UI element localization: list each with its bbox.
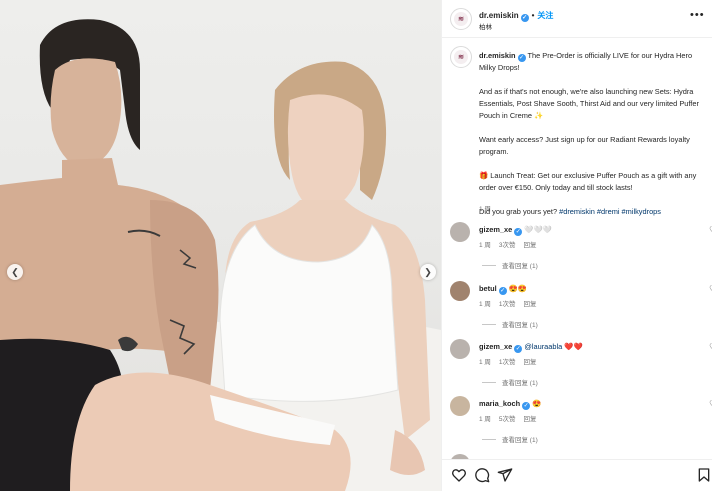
comment-line: maria_koch ✓ 😍	[479, 399, 541, 410]
brand-logo: ≋	[454, 50, 468, 64]
comment-username[interactable]: gizem_xe	[479, 342, 512, 351]
comment-username[interactable]: gizem_xe	[479, 225, 512, 234]
comment-time: 1 周	[479, 416, 491, 423]
caption-hashtags[interactable]: #dremiskin #dremi #milkydrops	[559, 207, 661, 216]
bookmark-icon[interactable]	[696, 467, 712, 483]
comment-text: 🤍🤍🤍	[524, 225, 552, 234]
chevron-right-icon: ❯	[424, 266, 432, 277]
view-replies-label: 查看回复 (1)	[502, 437, 538, 444]
caption-para-3: Want early access? Just sign up for our …	[479, 135, 690, 156]
comment-meta: 1 周 1次赞 回复	[479, 356, 545, 366]
caption-username[interactable]: dr.emiskin	[479, 51, 516, 60]
comment-item: maria_koch✓ 😍 1 周5次赞回复 ♡ 查看回复 (1)	[442, 396, 712, 454]
comment-reply-button[interactable]: 回复	[524, 242, 537, 249]
view-replies-label: 查看回复 (1)	[502, 380, 538, 387]
comment-time: 1 周	[479, 242, 491, 249]
comment-meta: 1 周 1次赞 回复	[479, 298, 545, 308]
comment-text: 😍	[532, 399, 542, 408]
comment-icon[interactable]	[474, 467, 490, 483]
caption-text: dr.emiskin ✓ The Pre-Order is officially …	[479, 50, 709, 230]
comment-meta: 1 周 3次赞 回复	[479, 239, 545, 249]
post-photo: ❮ ❯	[0, 0, 441, 491]
brand-logo: ≋	[454, 12, 468, 26]
post-location[interactable]: 柏林	[479, 21, 492, 31]
comment-text: 😍😍	[508, 284, 528, 293]
next-photo-button[interactable]: ❯	[420, 264, 436, 280]
comment-line: betul ✓ 😍😍	[479, 284, 527, 295]
view-replies-button[interactable]: 查看回复 (1)	[482, 319, 538, 329]
view-replies-label: 查看回复 (1)	[502, 322, 538, 329]
verified-icon: ✓	[514, 345, 523, 353]
view-replies-button[interactable]: 查看回复 (1)	[482, 434, 538, 444]
comment-username[interactable]: betul	[479, 284, 497, 293]
follow-button[interactable]: 关注	[537, 11, 553, 20]
replies-divider	[482, 382, 496, 383]
more-options-button[interactable]: •••	[690, 9, 705, 21]
commenter-avatar[interactable]	[450, 222, 470, 242]
comment-item: gizem_xe✓ @lauraabla ❤️❤️ 1 周1次赞回复 ♡ 查看回…	[442, 339, 712, 397]
post-action-bar	[442, 459, 712, 491]
post-detail-panel: ≋ dr.emiskin ✓ • 关注 柏林 ••• ≋ dr.emiskin ✓ Th…	[441, 0, 712, 491]
comment-likes[interactable]: 1次赞	[499, 301, 516, 308]
comment-item: gizem_xe✓ 🤍🤍🤍 1 周3次赞回复 ♡ 查看回复 (1)	[442, 222, 712, 280]
view-replies-button[interactable]: 查看回复 (1)	[482, 260, 538, 270]
comment-time: 1 周	[479, 301, 491, 308]
caption-para-2: And as if that's not enough, we're also …	[479, 87, 699, 120]
replies-divider	[482, 439, 496, 440]
commenter-avatar[interactable]	[450, 281, 470, 301]
author-avatar[interactable]: ≋	[450, 8, 472, 30]
comment-time: 1 周	[479, 359, 491, 366]
verified-icon: ✓	[522, 402, 531, 410]
comment-likes[interactable]: 3次赞	[499, 242, 516, 249]
comment-likes[interactable]: 5次赞	[499, 416, 516, 423]
caption-para-4: 🎁 Launch Treat: Get our exclusive Puffer…	[479, 171, 697, 192]
heart-icon[interactable]	[451, 467, 467, 483]
comment-reply-button[interactable]: 回复	[524, 416, 537, 423]
comment-reply-button[interactable]: 回复	[524, 301, 537, 308]
comment-reply-button[interactable]: 回复	[524, 359, 537, 366]
share-icon[interactable]	[497, 467, 513, 483]
view-replies-label: 查看回复 (1)	[502, 263, 538, 270]
verified-icon: ✓	[517, 54, 526, 62]
comment-username[interactable]: maria_koch	[479, 399, 520, 408]
comment-line: gizem_xe ✓ 🤍🤍🤍	[479, 225, 552, 236]
comment-line: gizem_xe ✓ @lauraabla ❤️❤️	[479, 342, 583, 353]
replies-divider	[482, 324, 496, 325]
comment-item: betul✓ 😍😍 1 周1次赞回复 ♡ 查看回复 (1)	[442, 281, 712, 339]
post-photo-illustration	[0, 19, 441, 491]
verified-icon: ✓	[520, 14, 529, 22]
post-header: ≋ dr.emiskin ✓ • 关注 柏林 •••	[442, 0, 712, 38]
separator: •	[531, 11, 535, 20]
caption-time: 1 周	[479, 206, 491, 213]
comment-likes[interactable]: 1次赞	[499, 359, 516, 366]
verified-icon: ✓	[514, 228, 523, 236]
comment-meta: 1 周 5次赞 回复	[479, 413, 545, 423]
caption-author-avatar[interactable]: ≋	[450, 46, 472, 68]
verified-icon: ✓	[498, 287, 507, 295]
commenter-avatar[interactable]	[450, 339, 470, 359]
replies-divider	[482, 265, 496, 266]
chevron-left-icon: ❮	[11, 266, 19, 277]
view-replies-button[interactable]: 查看回复 (1)	[482, 377, 538, 387]
comment-mention[interactable]: @lauraabla	[524, 342, 562, 351]
commenter-avatar[interactable]	[450, 396, 470, 416]
author-username[interactable]: dr.emiskin	[479, 11, 519, 20]
comment-text: ❤️❤️	[564, 342, 583, 351]
previous-photo-button[interactable]: ❮	[7, 264, 23, 280]
